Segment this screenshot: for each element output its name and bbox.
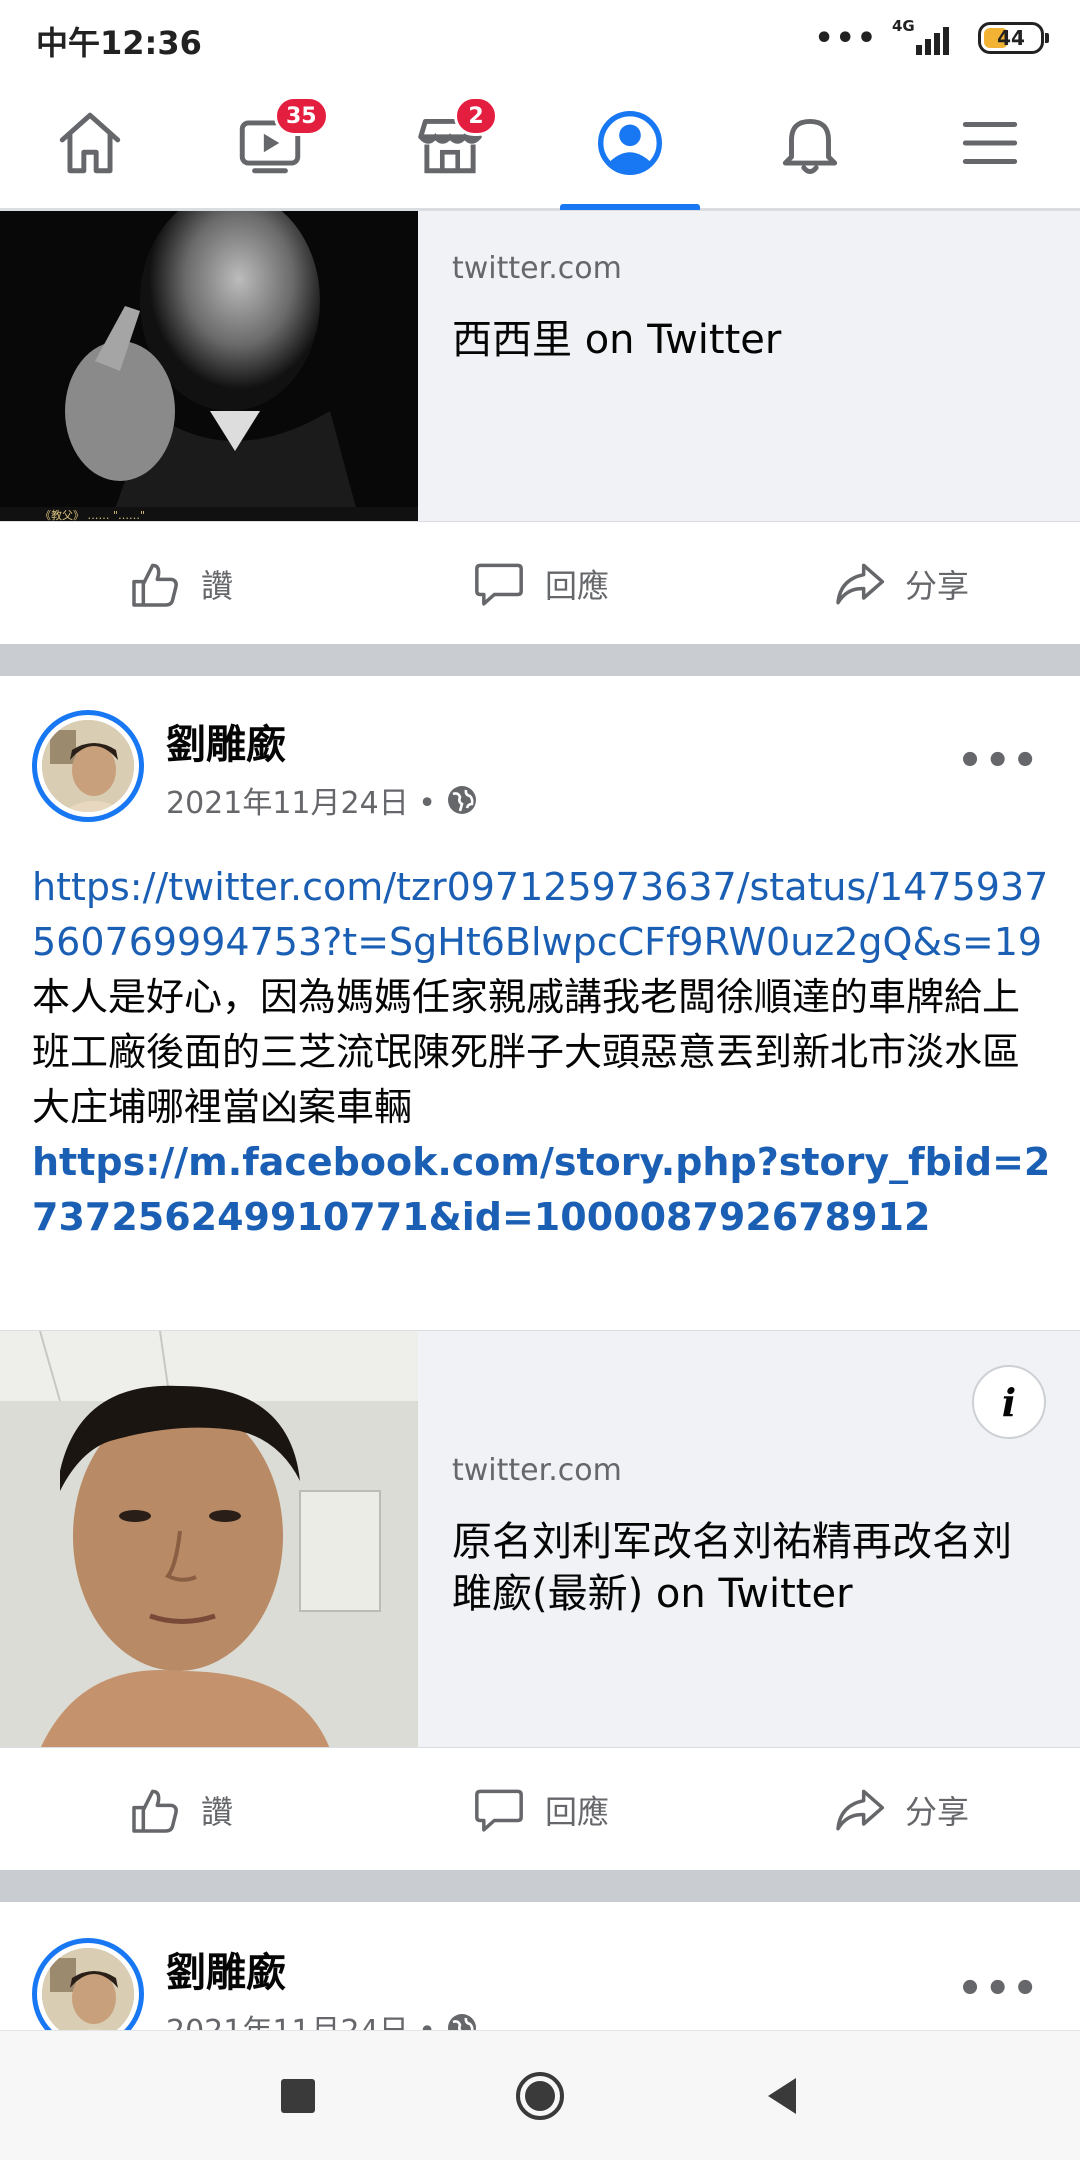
back-icon[interactable]	[756, 2070, 808, 2122]
tab-home[interactable]	[0, 78, 180, 208]
signal-icon: 4G	[892, 17, 964, 55]
more-notifications-icon: •••	[814, 20, 878, 56]
post-text: https://twitter.com/tzr097125973637/stat…	[32, 860, 1052, 1245]
svg-text:《教父》 …… "……": 《教父》 …… "……"	[40, 509, 145, 521]
link-domain: twitter.com	[452, 251, 622, 286]
thumbs-up-icon	[132, 1789, 178, 1833]
post-link[interactable]: https://twitter.com/tzr097125973637/stat…	[32, 860, 1052, 970]
comment-icon	[475, 563, 523, 606]
share-icon	[836, 1789, 885, 1831]
more-options-icon[interactable]: •••	[957, 1966, 1040, 2012]
comment-button[interactable]: 回應	[360, 524, 720, 644]
share-label: 分享	[904, 567, 969, 605]
link-title: 西西里 on Twitter	[452, 317, 782, 363]
comment-icon	[475, 1789, 523, 1832]
status-bar: 中午12:36 ••• 4G 44	[0, 0, 1080, 78]
author-name[interactable]: 劉雕廞	[166, 1940, 286, 1998]
battery-icon: 44	[978, 22, 1049, 54]
post-link-facebook[interactable]: https://m.facebook.com/story.php?story_f…	[32, 1135, 1052, 1245]
link-thumbnail	[0, 1331, 418, 1747]
network-type: 4G	[892, 17, 915, 35]
status-icons: ••• 4G 44	[814, 17, 1049, 58]
post-action-bar: 讚 回應 分享	[0, 524, 1080, 644]
share-label: 分享	[904, 1793, 969, 1831]
info-icon[interactable]: i	[972, 1365, 1046, 1439]
link-domain: twitter.com	[452, 1453, 622, 1488]
post-meta: 2021年11月24日 •	[166, 778, 478, 822]
like-button[interactable]: 讚	[0, 524, 360, 644]
share-icon	[836, 563, 885, 605]
profile-icon	[598, 111, 662, 175]
comment-button[interactable]: 回應	[360, 1750, 720, 1870]
hamburger-icon	[962, 122, 1018, 164]
home-icon	[59, 112, 121, 174]
watch-badge: 35	[274, 96, 329, 136]
avatar[interactable]	[32, 710, 144, 822]
system-nav-bar	[0, 2030, 1080, 2160]
link-thumbnail: 《教父》 …… "……"	[0, 211, 418, 521]
thumbs-up-icon	[132, 563, 178, 607]
post-header: 劉雕廞 2021年11月24日 • •••	[0, 710, 1080, 840]
post-separator	[0, 644, 1080, 676]
share-button[interactable]: 分享	[720, 524, 1080, 644]
marketplace-badge: 2	[454, 96, 498, 136]
tab-marketplace[interactable]: 2	[360, 78, 540, 208]
tab-watch[interactable]: 35	[180, 78, 360, 208]
tab-profile[interactable]	[540, 78, 720, 210]
like-label: 讚	[200, 567, 233, 605]
battery-level: 44	[997, 26, 1025, 50]
tab-notifications[interactable]	[720, 78, 900, 208]
post-body: 本人是好心，因為媽媽任家親戚講我老闆徐順達的車牌給上班工廠後面的三芝流氓陳死胖子…	[32, 975, 1021, 1129]
home-button-icon[interactable]	[514, 2070, 566, 2122]
bell-icon	[782, 118, 838, 174]
comment-label: 回應	[544, 1793, 609, 1831]
like-label: 讚	[200, 1793, 233, 1831]
more-options-icon[interactable]: •••	[957, 738, 1040, 784]
post-separator	[0, 1870, 1080, 1902]
recent-apps-icon[interactable]	[272, 2070, 324, 2122]
link-title: 原名刘利军改名刘祐精再改名刘雎廞(最新) on Twitter	[452, 1519, 1012, 1617]
comment-label: 回應	[544, 567, 609, 605]
share-button[interactable]: 分享	[720, 1750, 1080, 1870]
tab-menu[interactable]	[900, 78, 1080, 208]
post-action-bar: 讚 回應 分享	[0, 1750, 1080, 1870]
link-preview-card[interactable]: i twitter.com 原名刘利军改名刘祐精再改名刘雎廞(最新) on Tw…	[0, 1330, 1080, 1748]
author-name[interactable]: 劉雕廞	[166, 712, 286, 770]
globe-icon	[447, 786, 476, 814]
link-preview-card[interactable]: 《教父》 …… "……" twitter.com 西西里 on Twitter	[0, 210, 1080, 522]
post-date: 2021年11月24日 •	[166, 786, 436, 821]
top-nav-bar: 35 2	[0, 78, 1080, 210]
like-button[interactable]: 讚	[0, 1750, 360, 1870]
status-time: 中午12:36	[36, 24, 202, 62]
